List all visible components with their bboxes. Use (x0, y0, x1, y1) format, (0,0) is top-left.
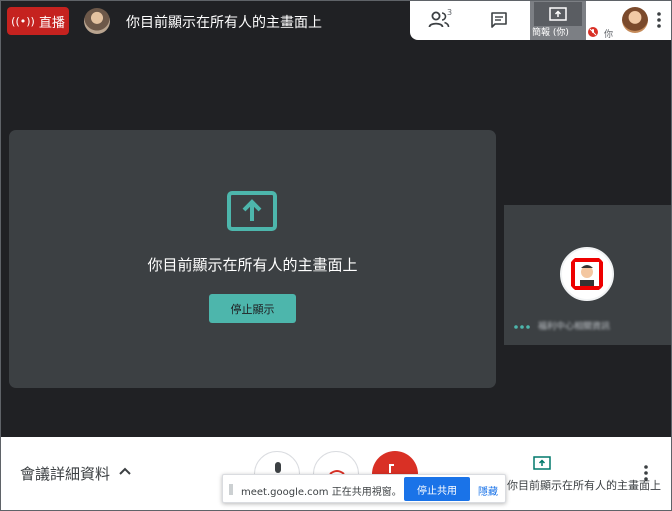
presenter-avatar (84, 8, 110, 34)
present-screen-icon[interactable] (533, 456, 551, 470)
present-screen-icon (227, 191, 277, 231)
drag-grip-icon[interactable] (229, 484, 233, 495)
more-dots-icon[interactable] (514, 325, 530, 329)
hide-link[interactable]: 隱藏 (478, 483, 498, 498)
share-message: meet.google.com 正在共用視窗。 (241, 487, 402, 498)
participant-picture (567, 254, 607, 294)
page-title: 你目前顯示在所有人的主畫面上 (126, 15, 322, 31)
mic-off-icon (588, 27, 598, 37)
live-label: 直播 (38, 15, 65, 31)
top-right-panel: 3 簡報 (你) 你 (410, 0, 672, 40)
presenting-message: 你目前顯示在所有人的主畫面上 (147, 256, 358, 274)
stop-presenting-button[interactable]: 停止顯示 (209, 294, 296, 323)
self-avatar[interactable] (622, 7, 648, 33)
self-tile-preview (534, 2, 582, 26)
more-vert-icon[interactable] (654, 10, 664, 30)
more-vert-icon[interactable] (643, 464, 649, 482)
live-broadcast-icon: ((•)) (11, 14, 35, 28)
presenting-status: 你目前顯示在所有人的主畫面上 (507, 479, 661, 492)
self-tile[interactable]: 簡報 (你) (530, 0, 586, 40)
chat-icon[interactable] (488, 10, 510, 30)
participant-count: 3 (447, 8, 453, 17)
live-badge[interactable]: ((•)) 直播 (7, 7, 69, 35)
avatar (560, 247, 614, 301)
presentation-card: 你目前顯示在所有人的主畫面上 停止顯示 (9, 130, 496, 388)
share-notification-bar: meet.google.com 正在共用視窗。 停止共用 隱藏 (222, 474, 506, 503)
participant-name: 福利中心相關資訊 (538, 322, 611, 332)
you-label: 你 (604, 30, 614, 40)
stop-sharing-button[interactable]: 停止共用 (404, 477, 470, 501)
participant-tile[interactable]: 福利中心相關資訊 (504, 205, 672, 345)
self-tile-caption: 簡報 (你) (532, 28, 569, 38)
chevron-up-icon[interactable] (118, 466, 132, 476)
meeting-details-button[interactable]: 會議詳細資料 (20, 463, 110, 484)
present-screen-icon (549, 7, 567, 21)
